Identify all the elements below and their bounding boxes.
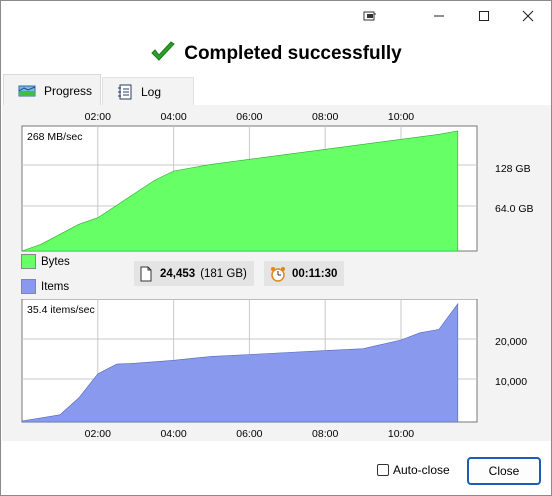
legend-bytes-swatch [21,254,36,269]
time-tick-bottom: 08:00 [312,428,338,440]
checkmark-icon [150,40,176,68]
items-rate-label: 35.4 items/sec [27,304,95,316]
maximize-icon [479,11,489,21]
time-tick-bottom: 06:00 [236,428,262,440]
bytes-ytick-64: 64.0 GB [495,203,534,215]
status-headline: Completed successfully [1,39,551,69]
bytes-chart: 02:00 04:00 06:00 08:00 10:00 268 MB/sec 128… [21,111,534,252]
items-ytick-20000: 20,000 [495,336,527,348]
completion-dialog: Completed successfully Progress Log 02:0… [0,0,552,496]
tab-progress[interactable]: Progress [3,74,101,106]
elapsed-time: 00:11:30 [292,267,338,280]
time-tick-bottom: 10:00 [388,428,414,440]
autoclose-checkbox-box[interactable] [377,464,389,476]
tab-strip: Progress Log [1,74,551,106]
tab-log-label: Log [141,84,162,99]
file-icon [140,266,152,282]
items-chart: 35.4 items/sec 20,000 10,000 02:00 04:00 0… [21,299,527,440]
elapsed-time-chip: 00:11:30 [264,261,344,286]
restore-down-icon [363,11,376,21]
log-icon [117,84,133,100]
time-tick-bottom: 04:00 [160,428,186,440]
minimize-button[interactable] [416,1,462,31]
title-bar [1,1,551,33]
bytes-ytick-128: 128 GB [495,163,531,175]
time-tick-top: 02:00 [85,111,111,123]
legend-items-label: Items [41,280,70,293]
time-tick-top: 10:00 [388,111,414,123]
time-tick-top: 08:00 [312,111,338,123]
alarm-clock-icon [270,266,286,282]
items-ytick-10000: 10,000 [495,376,527,388]
time-tick-top: 04:00 [160,111,186,123]
autoclose-checkbox[interactable]: Auto-close [377,463,450,477]
legend-bytes-label: Bytes [41,255,70,268]
maximize-button[interactable] [461,1,507,31]
bytes-rate-label: 268 MB/sec [27,131,82,143]
items-count: 24,453 [160,267,196,280]
items-size: (181 GB) [200,267,247,280]
time-tick-top: 06:00 [236,111,262,123]
items-count-chip: 24,453 (181 GB) [134,261,254,286]
restore-down-button[interactable] [347,1,393,31]
close-button[interactable]: Close [467,457,541,485]
autoclose-label: Auto-close [393,463,450,477]
minimize-icon [434,15,444,17]
tab-progress-label: Progress [44,83,93,98]
time-tick-bottom: 02:00 [85,428,111,440]
close-icon [522,10,534,22]
legend-items: Items [21,279,69,294]
tab-log[interactable]: Log [102,77,194,105]
close-window-button[interactable] [505,1,551,31]
progress-icon [18,83,36,99]
legend-items-swatch [21,279,36,294]
legend-bytes: Bytes [21,254,70,269]
status-title: Completed successfully [184,43,402,64]
